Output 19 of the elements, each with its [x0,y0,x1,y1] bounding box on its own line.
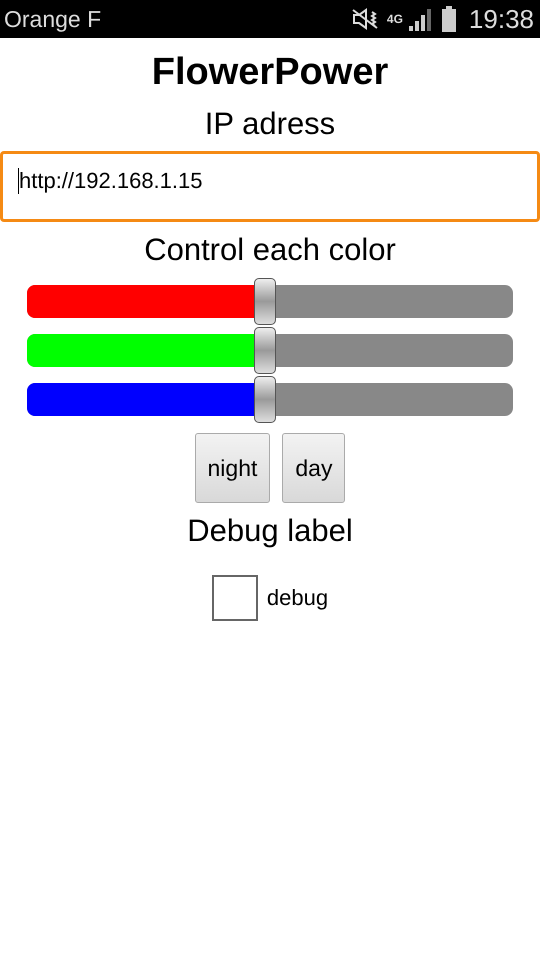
debug-checkbox[interactable] [212,575,258,621]
debug-label: Debug label [187,512,353,550]
mode-button[interactable]: day [282,433,346,503]
checkbox-label: debug [266,585,328,611]
color-slider[interactable] [27,327,513,374]
slider-thumb[interactable] [254,278,276,325]
app-title: FlowerPower [152,50,388,95]
mode-button[interactable]: night [194,433,270,503]
color-slider[interactable] [27,376,513,423]
clock-time: 19:38 [468,4,534,34]
network-type: 4G [386,12,403,26]
carrier-name: Orange F [4,6,102,32]
battery-icon [440,6,457,32]
color-slider[interactable] [27,278,513,325]
ip-label: IP adress [204,105,336,143]
slider-thumb[interactable] [254,327,276,374]
slider-thumb[interactable] [254,376,276,423]
ip-input-field[interactable]: http://192.168.1.15 [0,151,540,222]
color-label: Control each color [144,231,396,269]
